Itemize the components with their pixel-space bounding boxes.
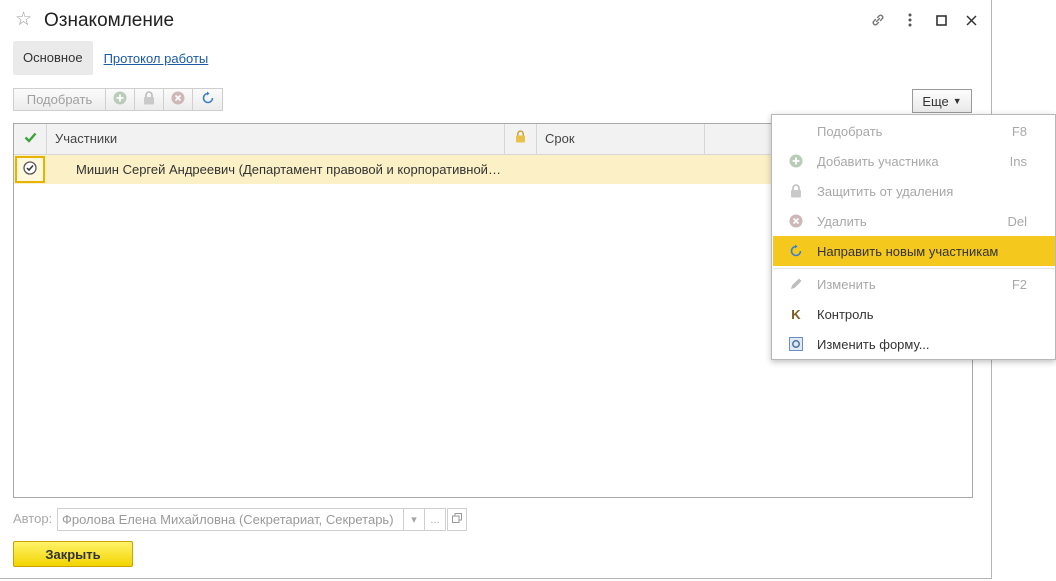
tab-work-log[interactable]: Протокол работы [104, 51, 209, 66]
menu-item-resend[interactable]: Направить новым участникам [773, 236, 1055, 266]
menu-item-control[interactable]: K Контроль [773, 299, 1055, 329]
menu-item-shortcut: F8 [1011, 123, 1027, 139]
menu-item-edit[interactable]: Изменить F2 [773, 269, 1055, 299]
k-icon: K [791, 306, 801, 322]
chevron-down-icon: ▾ [411, 514, 417, 526]
menu-item-pick[interactable]: Подобрать F8 [773, 116, 1055, 146]
pencil-icon [788, 276, 804, 292]
menu-item-label: Направить новым участникам [817, 243, 999, 259]
menu-item-add-participant[interactable]: Добавить участника Ins [773, 146, 1055, 176]
protect-button[interactable] [135, 88, 164, 111]
menu-item-change-form[interactable]: Изменить форму... [773, 329, 1055, 359]
add-participant-button[interactable] [106, 88, 135, 111]
author-choose-button[interactable]: ... [425, 508, 446, 531]
resend-button[interactable] [193, 88, 223, 111]
menu-item-label: Добавить участника [817, 153, 939, 169]
tab-main[interactable]: Основное [13, 41, 93, 75]
more-button[interactable]: Еще ▼ [912, 89, 972, 113]
delete-button[interactable] [164, 88, 193, 111]
row-status-cell[interactable] [15, 156, 45, 183]
more-menu: Подобрать F8 Добавить участника Ins Защи… [771, 114, 1056, 360]
menu-item-label: Контроль [817, 306, 874, 322]
author-dropdown-button[interactable]: ▾ [403, 508, 425, 531]
form-tabs: Основное Протокол работы [13, 41, 208, 75]
add-icon [788, 153, 804, 169]
table-toolbar: Подобрать [13, 88, 223, 113]
menu-item-label: Удалить [817, 213, 867, 229]
delete-icon [788, 213, 804, 229]
add-icon [113, 91, 127, 108]
column-header-lock[interactable] [505, 124, 537, 154]
pick-button[interactable]: Подобрать [13, 88, 106, 111]
menu-item-shortcut: F2 [1011, 276, 1027, 292]
author-open-button[interactable] [447, 508, 467, 531]
menu-item-protect[interactable]: Защитить от удаления [773, 176, 1055, 206]
checkmark-icon [24, 124, 37, 154]
open-form-icon [452, 513, 462, 526]
more-button-label: Еще [922, 93, 949, 109]
form-settings-icon [788, 336, 804, 352]
lock-icon [788, 183, 804, 199]
menu-item-label: Изменить [817, 276, 876, 292]
menu-item-label: Подобрать [817, 123, 883, 139]
maximize-icon[interactable] [932, 11, 950, 29]
chevron-down-icon: ▼ [952, 96, 962, 106]
star-icon[interactable]: ☆ [15, 10, 35, 30]
column-header-participants[interactable]: Участники [47, 124, 505, 154]
window-title: Ознакомление [44, 10, 175, 31]
column-header-check[interactable] [14, 124, 47, 154]
menu-item-label: Защитить от удаления [817, 183, 954, 199]
lock-icon [515, 124, 526, 154]
check-circle-icon [23, 161, 37, 178]
refresh-icon [788, 243, 804, 259]
delete-icon [171, 91, 185, 108]
close-icon[interactable] [962, 11, 980, 29]
link-icon[interactable] [869, 11, 887, 29]
author-field[interactable]: Фролова Елена Михайловна (Секретариат, С… [57, 508, 425, 531]
close-button[interactable]: Закрыть [13, 541, 133, 567]
more-vert-icon[interactable] [901, 11, 919, 29]
menu-item-delete[interactable]: Удалить Del [773, 206, 1055, 236]
menu-item-shortcut: Ins [1009, 153, 1027, 169]
menu-item-label: Изменить форму... [817, 336, 930, 352]
column-header-term[interactable]: Срок [537, 124, 705, 154]
author-label: Автор: [13, 511, 53, 526]
refresh-icon [201, 91, 215, 108]
participant-cell: Мишин Сергей Андреевич (Департамент прав… [76, 162, 501, 177]
menu-item-shortcut: Del [1007, 213, 1027, 229]
lock-icon [143, 91, 155, 108]
